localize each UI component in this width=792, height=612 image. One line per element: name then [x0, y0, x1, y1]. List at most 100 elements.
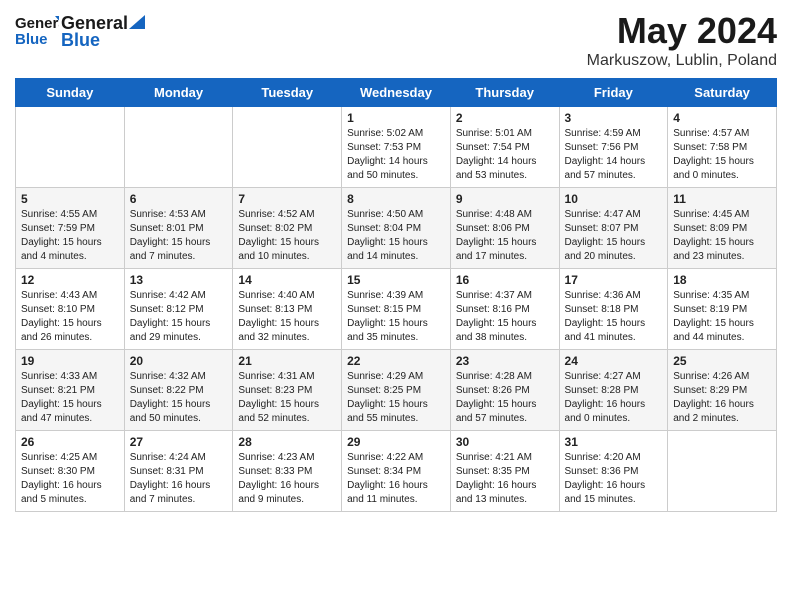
calendar-cell: 31Sunrise: 4:20 AM Sunset: 8:36 PM Dayli…	[559, 431, 668, 512]
svg-text:Blue: Blue	[15, 31, 48, 48]
logo-blue-text: Blue	[61, 30, 145, 51]
day-info: Sunrise: 4:53 AM Sunset: 8:01 PM Dayligh…	[130, 208, 228, 264]
day-number: 18	[673, 273, 771, 287]
day-info: Sunrise: 4:48 AM Sunset: 8:06 PM Dayligh…	[456, 208, 554, 264]
day-info: Sunrise: 4:26 AM Sunset: 8:29 PM Dayligh…	[673, 370, 771, 426]
svg-text:General: General	[15, 15, 59, 32]
day-info: Sunrise: 4:31 AM Sunset: 8:23 PM Dayligh…	[238, 370, 336, 426]
day-info: Sunrise: 4:42 AM Sunset: 8:12 PM Dayligh…	[130, 289, 228, 345]
calendar-cell: 17 Sunrise: 4:36 AM Sunset: 8:18 PM Dayli…	[559, 269, 668, 350]
day-number: 11	[673, 192, 771, 206]
day-number: 22	[347, 354, 445, 368]
day-info: Sunrise: 4:27 AM Sunset: 8:28 PM Dayligh…	[565, 370, 663, 426]
day-number: 4	[673, 111, 771, 125]
calendar-week-0: 1Sunrise: 5:02 AM Sunset: 7:53 PM Daylig…	[16, 107, 777, 188]
day-number: 19	[21, 354, 119, 368]
day-info: Sunrise: 4:47 AM Sunset: 8:07 PM Dayligh…	[565, 208, 663, 264]
day-info: Sunrise: 5:01 AM Sunset: 7:54 PM Dayligh…	[456, 127, 554, 183]
day-number: 7	[238, 192, 336, 206]
day-header-monday: Monday	[124, 79, 233, 107]
calendar-cell: 13 Sunrise: 4:42 AM Sunset: 8:12 PM Dayli…	[124, 269, 233, 350]
calendar-week-4: 26 Sunrise: 4:25 AM Sunset: 8:30 PM Dayli…	[16, 431, 777, 512]
day-header-thursday: Thursday	[450, 79, 559, 107]
calendar-cell: 29 Sunrise: 4:22 AM Sunset: 8:34 PM Dayli…	[342, 431, 451, 512]
calendar-cell: 18 Sunrise: 4:35 AM Sunset: 8:19 PM Dayli…	[668, 269, 777, 350]
day-info: Sunrise: 4:45 AM Sunset: 8:09 PM Dayligh…	[673, 208, 771, 264]
calendar-week-2: 12Sunrise: 4:43 AM Sunset: 8:10 PM Dayli…	[16, 269, 777, 350]
calendar-cell: 27Sunrise: 4:24 AM Sunset: 8:31 PM Dayli…	[124, 431, 233, 512]
day-info: Sunrise: 4:52 AM Sunset: 8:02 PM Dayligh…	[238, 208, 336, 264]
day-info: Sunrise: 4:23 AM Sunset: 8:33 PM Dayligh…	[238, 451, 336, 507]
page-subtitle: Markuszow, Lublin, Poland	[587, 52, 777, 70]
day-info: Sunrise: 4:37 AM Sunset: 8:16 PM Dayligh…	[456, 289, 554, 345]
day-number: 8	[347, 192, 445, 206]
calendar-cell: 4 Sunrise: 4:57 AM Sunset: 7:58 PM Daylig…	[668, 107, 777, 188]
calendar-cell: 23 Sunrise: 4:28 AM Sunset: 8:26 PM Dayli…	[450, 350, 559, 431]
day-number: 24	[565, 354, 663, 368]
calendar-cell: 9Sunrise: 4:48 AM Sunset: 8:06 PM Daylig…	[450, 188, 559, 269]
calendar-cell: 12Sunrise: 4:43 AM Sunset: 8:10 PM Dayli…	[16, 269, 125, 350]
day-number: 27	[130, 435, 228, 449]
day-info: Sunrise: 5:02 AM Sunset: 7:53 PM Dayligh…	[347, 127, 445, 183]
calendar-cell	[16, 107, 125, 188]
calendar-cell: 25 Sunrise: 4:26 AM Sunset: 8:29 PM Dayli…	[668, 350, 777, 431]
day-header-saturday: Saturday	[668, 79, 777, 107]
day-number: 5	[21, 192, 119, 206]
day-header-friday: Friday	[559, 79, 668, 107]
calendar-header: SundayMondayTuesdayWednesdayThursdayFrid…	[16, 79, 777, 107]
logo-icon: General Blue	[15, 10, 59, 54]
day-info: Sunrise: 4:35 AM Sunset: 8:19 PM Dayligh…	[673, 289, 771, 345]
day-info: Sunrise: 4:36 AM Sunset: 8:18 PM Dayligh…	[565, 289, 663, 345]
day-info: Sunrise: 4:25 AM Sunset: 8:30 PM Dayligh…	[21, 451, 119, 507]
calendar-cell: 3Sunrise: 4:59 AM Sunset: 7:56 PM Daylig…	[559, 107, 668, 188]
day-number: 13	[130, 273, 228, 287]
day-number: 15	[347, 273, 445, 287]
calendar-cell: 26 Sunrise: 4:25 AM Sunset: 8:30 PM Dayli…	[16, 431, 125, 512]
calendar-table: SundayMondayTuesdayWednesdayThursdayFrid…	[15, 78, 777, 512]
day-header-sunday: Sunday	[16, 79, 125, 107]
calendar-cell: 20 Sunrise: 4:32 AM Sunset: 8:22 PM Dayli…	[124, 350, 233, 431]
calendar-week-1: 5Sunrise: 4:55 AM Sunset: 7:59 PM Daylig…	[16, 188, 777, 269]
calendar-cell: 14 Sunrise: 4:40 AM Sunset: 8:13 PM Dayli…	[233, 269, 342, 350]
day-info: Sunrise: 4:21 AM Sunset: 8:35 PM Dayligh…	[456, 451, 554, 507]
page-header: General Blue General Blue May 2024 Marku…	[15, 10, 777, 70]
day-info: Sunrise: 4:22 AM Sunset: 8:34 PM Dayligh…	[347, 451, 445, 507]
calendar-cell: 7 Sunrise: 4:52 AM Sunset: 8:02 PM Daylig…	[233, 188, 342, 269]
calendar-cell: 5Sunrise: 4:55 AM Sunset: 7:59 PM Daylig…	[16, 188, 125, 269]
day-number: 23	[456, 354, 554, 368]
calendar-cell: 30Sunrise: 4:21 AM Sunset: 8:35 PM Dayli…	[450, 431, 559, 512]
day-info: Sunrise: 4:28 AM Sunset: 8:26 PM Dayligh…	[456, 370, 554, 426]
day-info: Sunrise: 4:39 AM Sunset: 8:15 PM Dayligh…	[347, 289, 445, 345]
day-number: 25	[673, 354, 771, 368]
day-number: 16	[456, 273, 554, 287]
day-number: 26	[21, 435, 119, 449]
day-number: 29	[347, 435, 445, 449]
day-number: 20	[130, 354, 228, 368]
day-number: 17	[565, 273, 663, 287]
calendar-cell: 22 Sunrise: 4:29 AM Sunset: 8:25 PM Dayli…	[342, 350, 451, 431]
day-number: 2	[456, 111, 554, 125]
day-number: 14	[238, 273, 336, 287]
day-info: Sunrise: 4:29 AM Sunset: 8:25 PM Dayligh…	[347, 370, 445, 426]
day-number: 10	[565, 192, 663, 206]
logo: General Blue General Blue	[15, 10, 145, 54]
calendar-cell	[124, 107, 233, 188]
calendar-week-3: 19Sunrise: 4:33 AM Sunset: 8:21 PM Dayli…	[16, 350, 777, 431]
calendar-cell: 8 Sunrise: 4:50 AM Sunset: 8:04 PM Daylig…	[342, 188, 451, 269]
day-number: 21	[238, 354, 336, 368]
day-info: Sunrise: 4:32 AM Sunset: 8:22 PM Dayligh…	[130, 370, 228, 426]
calendar-cell: 15 Sunrise: 4:39 AM Sunset: 8:15 PM Dayli…	[342, 269, 451, 350]
day-info: Sunrise: 4:43 AM Sunset: 8:10 PM Dayligh…	[21, 289, 119, 345]
calendar-cell: 6Sunrise: 4:53 AM Sunset: 8:01 PM Daylig…	[124, 188, 233, 269]
calendar-cell: 28Sunrise: 4:23 AM Sunset: 8:33 PM Dayli…	[233, 431, 342, 512]
day-info: Sunrise: 4:57 AM Sunset: 7:58 PM Dayligh…	[673, 127, 771, 183]
calendar-cell: 16 Sunrise: 4:37 AM Sunset: 8:16 PM Dayli…	[450, 269, 559, 350]
day-header-tuesday: Tuesday	[233, 79, 342, 107]
calendar-cell: 2 Sunrise: 5:01 AM Sunset: 7:54 PM Daylig…	[450, 107, 559, 188]
day-info: Sunrise: 4:20 AM Sunset: 8:36 PM Dayligh…	[565, 451, 663, 507]
day-info: Sunrise: 4:50 AM Sunset: 8:04 PM Dayligh…	[347, 208, 445, 264]
calendar-cell	[668, 431, 777, 512]
page-title: May 2024	[587, 10, 777, 52]
day-info: Sunrise: 4:40 AM Sunset: 8:13 PM Dayligh…	[238, 289, 336, 345]
calendar-cell: 21 Sunrise: 4:31 AM Sunset: 8:23 PM Dayli…	[233, 350, 342, 431]
